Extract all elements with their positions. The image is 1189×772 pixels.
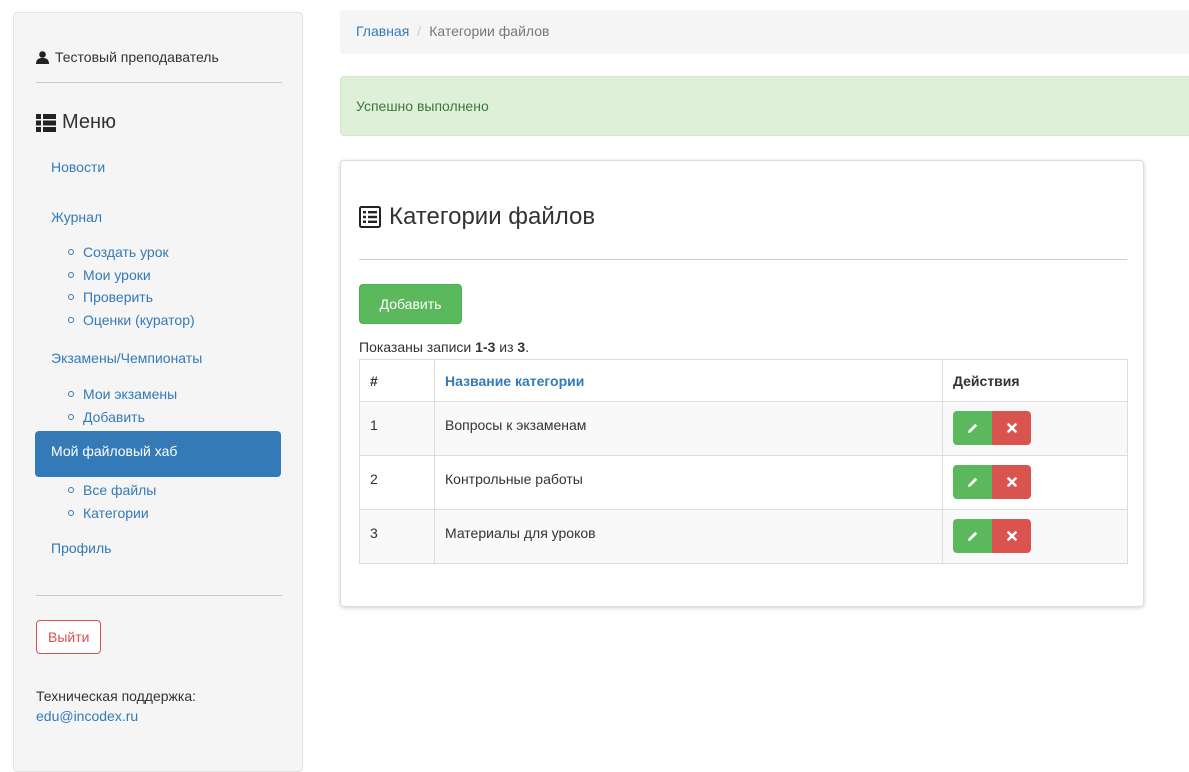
- summary-prefix: Показаны записи: [359, 339, 476, 355]
- divider: [36, 82, 282, 83]
- nav-exams[interactable]: Экзамены/Чемпионаты: [51, 350, 202, 366]
- user-info: Тестовый преподаватель: [36, 49, 219, 65]
- nav-add-exam[interactable]: Добавить: [67, 406, 177, 429]
- column-header-num: #: [359, 359, 435, 402]
- user-name: Тестовый преподаватель: [55, 49, 219, 65]
- edit-button[interactable]: [953, 519, 992, 553]
- support-info: Техническая поддержка: edu@incodex.ru: [36, 686, 196, 726]
- cell-actions: [942, 401, 1128, 456]
- exams-submenu: Мои экзамены Добавить: [67, 383, 177, 428]
- add-category-button[interactable]: Добавить: [359, 284, 462, 324]
- nav-check[interactable]: Проверить: [67, 286, 195, 309]
- menu-heading: Меню: [36, 111, 116, 134]
- column-header-name: Название категории: [434, 359, 943, 402]
- categories-panel: Категории файлов Добавить Показаны запис…: [340, 160, 1144, 607]
- pencil-icon: [967, 423, 977, 433]
- nav-profile[interactable]: Профиль: [51, 540, 111, 556]
- breadcrumb: Главная / Категории файлов: [340, 10, 1189, 54]
- pencil-icon: [967, 477, 977, 487]
- delete-button[interactable]: [992, 465, 1031, 499]
- nav-create-lesson[interactable]: Создать урок: [67, 241, 195, 264]
- delete-button[interactable]: [992, 411, 1031, 445]
- cell-actions: [942, 509, 1128, 564]
- success-alert: Успешно выполнено: [340, 76, 1189, 136]
- cell-name: Материалы для уроков: [434, 509, 943, 564]
- summary-middle: из: [495, 339, 518, 355]
- nav-categories[interactable]: Категории: [67, 502, 156, 525]
- page-title-text: Категории файлов: [389, 203, 596, 230]
- breadcrumb-current: Категории файлов: [429, 23, 550, 39]
- breadcrumb-home[interactable]: Главная: [356, 23, 409, 39]
- cell-name: Вопросы к экзаменам: [434, 401, 943, 456]
- divider: [359, 259, 1127, 260]
- categories-table: # Название категории Действия 1 Вопросы …: [359, 359, 1128, 564]
- nav-my-lessons[interactable]: Мои уроки: [67, 264, 195, 287]
- column-header-actions: Действия: [942, 359, 1128, 402]
- nav-journal[interactable]: Журнал: [51, 209, 102, 225]
- user-icon: [36, 50, 49, 64]
- cell-num: 1: [359, 401, 435, 456]
- table-row: 3 Материалы для уроков: [359, 509, 1128, 564]
- cell-name: Контрольные работы: [434, 455, 943, 510]
- cell-num: 3: [359, 509, 435, 564]
- remove-icon: [1006, 531, 1017, 541]
- journal-submenu: Создать урок Мои уроки Проверить Оценки …: [67, 241, 195, 331]
- nav-file-hub[interactable]: Мой файловый хаб: [35, 431, 281, 477]
- logout-button[interactable]: Выйти: [36, 620, 102, 654]
- list-icon: [36, 113, 56, 132]
- cell-actions: [942, 455, 1128, 510]
- table-row: 2 Контрольные работы: [359, 455, 1128, 510]
- list-alt-icon: [359, 206, 381, 228]
- cell-num: 2: [359, 455, 435, 510]
- support-email-link[interactable]: edu@incodex.ru: [36, 708, 138, 724]
- page-title: Категории файлов: [359, 203, 595, 231]
- sidebar: Тестовый преподаватель Меню Новости Журн…: [13, 12, 303, 772]
- nav-news[interactable]: Новости: [51, 159, 105, 175]
- delete-button[interactable]: [992, 519, 1031, 553]
- alert-message: Успешно выполнено: [356, 98, 489, 114]
- support-label: Техническая поддержка:: [36, 688, 197, 704]
- records-summary: Показаны записи 1-3 из 3.: [359, 339, 529, 355]
- summary-suffix: .: [525, 339, 530, 355]
- filehub-submenu: Все файлы Категории: [67, 479, 156, 524]
- edit-button[interactable]: [953, 411, 992, 445]
- breadcrumb-separator: /: [417, 23, 422, 39]
- nav-all-files[interactable]: Все файлы: [67, 479, 156, 502]
- summary-range: 1-3: [475, 339, 496, 355]
- sort-by-name-link[interactable]: Название категории: [445, 373, 584, 389]
- nav-my-exams[interactable]: Мои экзамены: [67, 383, 177, 406]
- divider: [36, 595, 282, 596]
- table-row: 1 Вопросы к экзаменам: [359, 401, 1128, 456]
- nav-grades-curator[interactable]: Оценки (куратор): [67, 309, 195, 332]
- menu-title: Меню: [62, 111, 117, 133]
- remove-icon: [1006, 423, 1017, 433]
- remove-icon: [1006, 477, 1017, 487]
- edit-button[interactable]: [953, 465, 992, 499]
- pencil-icon: [967, 531, 977, 541]
